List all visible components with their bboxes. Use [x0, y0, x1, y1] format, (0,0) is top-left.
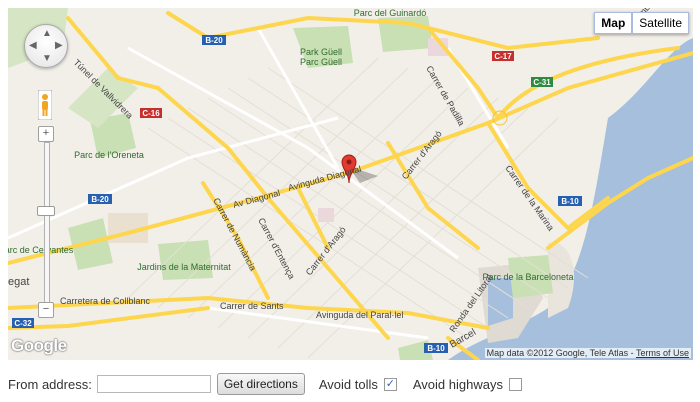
- street-label: Avinguda del Paral·lel: [316, 310, 403, 320]
- avoid-tolls-label: Avoid tolls: [318, 376, 378, 392]
- zoom-in-button[interactable]: +: [38, 126, 54, 142]
- from-address-label: From address:: [8, 376, 92, 392]
- map-type-satellite-button[interactable]: Satellite: [632, 12, 689, 34]
- street-label: Carrer de Padilla: [424, 64, 466, 127]
- from-address-input[interactable]: [96, 375, 211, 393]
- place-label: Parc Güell: [300, 57, 342, 67]
- map-type-control: Map Satellite: [594, 12, 689, 34]
- street-label: Carrer d'Aragó: [400, 129, 444, 181]
- street-label: Carrer d'Entença: [256, 216, 297, 281]
- map-canvas[interactable]: B-20 C-17 C-31 C-16 B-20 B-10 C-32 B-10 …: [8, 8, 693, 360]
- zoom-control: + −: [37, 126, 55, 318]
- road-badge-label: B-10: [561, 197, 579, 206]
- google-logo: Google: [11, 336, 67, 355]
- zoom-slider-track[interactable]: [44, 142, 50, 304]
- get-directions-button[interactable]: Get directions: [216, 373, 305, 395]
- road-badge-label: B-20: [91, 195, 109, 204]
- street-label: Ronda del Litoral: [447, 273, 494, 334]
- pan-down-icon[interactable]: ▼: [42, 54, 52, 64]
- avoid-highways-label: Avoid highways: [412, 376, 503, 392]
- pan-left-icon[interactable]: ◀: [29, 41, 37, 51]
- place-label: Parc de la Barceloneta: [482, 272, 573, 282]
- zoom-slider-thumb[interactable]: [37, 206, 55, 216]
- zoom-out-button[interactable]: −: [38, 302, 54, 318]
- pan-up-icon[interactable]: ▲: [42, 29, 52, 39]
- street-label: egat: [8, 276, 29, 288]
- terms-of-use-link[interactable]: Terms of Use: [636, 348, 689, 358]
- street-label: Carrer d'Aragó: [304, 225, 348, 277]
- map-attribution: Map data ©2012 Google, Tele Atlas - Term…: [484, 348, 691, 358]
- street-label: Carrer de la Marina: [503, 163, 556, 232]
- pan-control[interactable]: ▲ ▼ ◀ ▶: [24, 24, 68, 68]
- street-label: Avinguda Diagonal: [287, 164, 362, 193]
- road-badge-label: C-16: [142, 109, 160, 118]
- road-badge-label: C-17: [494, 52, 512, 61]
- road-badge-label: C-31: [533, 78, 551, 87]
- tunnel-label: Túnel de Vallvidrera: [72, 57, 135, 120]
- avoid-tolls-checkbox[interactable]: ✓: [383, 377, 397, 391]
- road-badge-label: B-10: [427, 344, 445, 353]
- directions-form: From address: Get directions Avoid tolls…: [8, 372, 538, 396]
- road-badge-label: B-20: [205, 36, 223, 45]
- avoid-highways-checkbox[interactable]: [508, 377, 522, 391]
- place-label: Parc del Guinardó: [354, 8, 427, 18]
- attribution-text: Map data ©2012 Google, Tele Atlas -: [486, 348, 636, 358]
- road-badge-label: C-32: [14, 319, 32, 328]
- street-label: Carretera de Collblanc: [60, 296, 151, 306]
- street-label: Carrer de Sants: [220, 301, 284, 311]
- place-label: Parc de l'Oreneta: [74, 150, 144, 160]
- road-badges-layer: B-20 C-17 C-31 C-16 B-20 B-10 C-32 B-10 …: [8, 8, 678, 353]
- street-label: Av Diagonal: [232, 188, 281, 210]
- street-view-pegman-icon[interactable]: [38, 90, 52, 120]
- pan-right-icon[interactable]: ▶: [55, 41, 63, 51]
- map-type-map-button[interactable]: Map: [594, 12, 633, 34]
- place-label: Jardins de la Maternitat: [137, 262, 231, 272]
- place-label: Park Güell: [300, 47, 342, 57]
